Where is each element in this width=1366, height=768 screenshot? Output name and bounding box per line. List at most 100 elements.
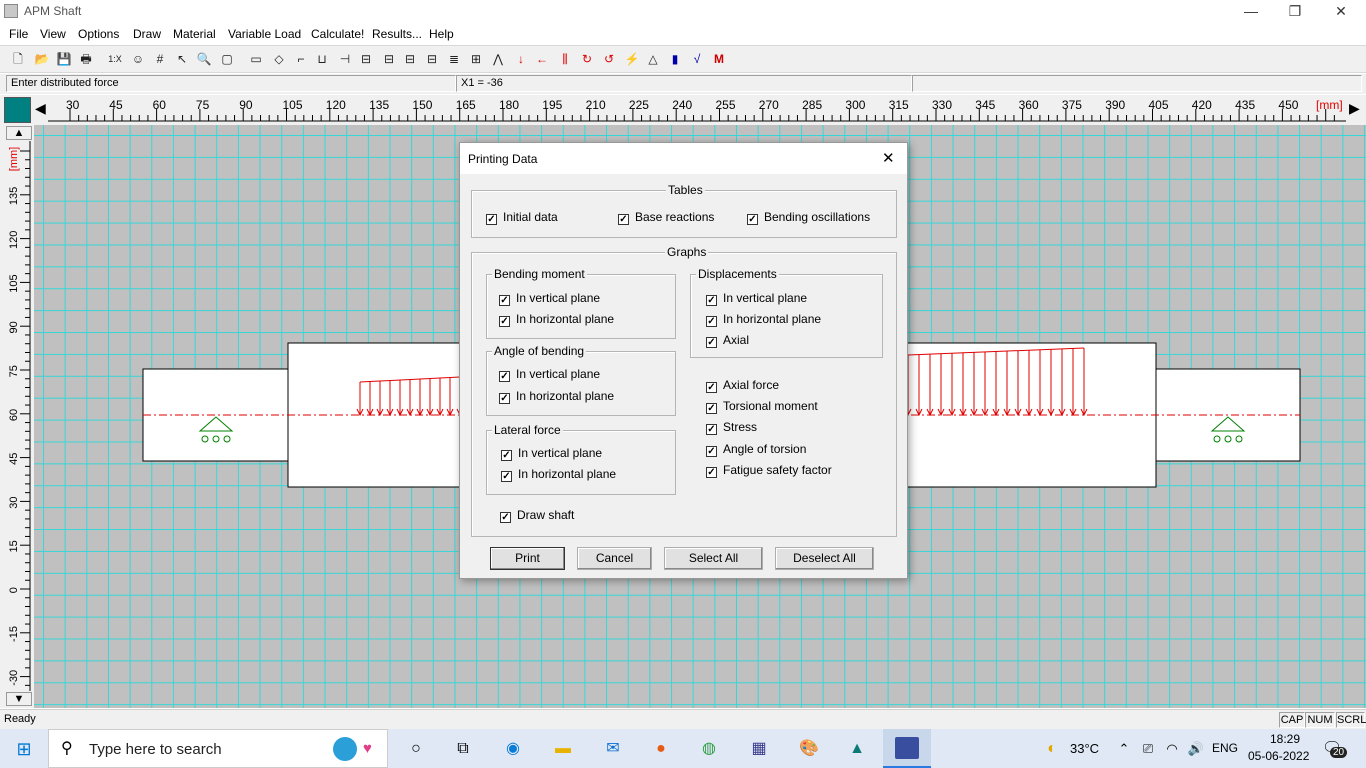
zoom-ratio-icon[interactable]: 1:X (106, 50, 124, 68)
clock-time[interactable]: 18:29 (1262, 732, 1308, 746)
gear-section-icon[interactable]: ≣ (445, 50, 463, 68)
checkbox-bm-vertical[interactable]: ✓ In vertical plane (499, 292, 600, 306)
bending-moment-label: Bending moment (492, 267, 587, 281)
checkbox-disp-axial[interactable]: ✓ Axial (706, 334, 749, 348)
calculate-icon[interactable]: √ (688, 50, 706, 68)
save-icon[interactable]: 💾 (55, 50, 73, 68)
cancel-button[interactable]: Cancel (577, 547, 652, 570)
chamfer-icon[interactable]: ⋀ (489, 50, 507, 68)
cone-section-icon[interactable]: ◇ (270, 50, 288, 68)
spline-icon[interactable]: ⊟ (380, 50, 398, 68)
checkbox-lf-horizontal[interactable]: ✓ In horizontal plane (501, 468, 616, 482)
select-arrow-icon[interactable]: ↖ (173, 50, 191, 68)
restore-button[interactable]: ❐ (1272, 0, 1318, 22)
print-icon[interactable]: 🖶 (77, 50, 95, 68)
menu-results[interactable]: Results... (372, 27, 422, 41)
checkbox-angle-of-torsion[interactable]: ✓ Angle of torsion (706, 443, 806, 457)
color-swatch[interactable] (4, 97, 31, 123)
checkbox-bm-horizontal[interactable]: ✓ In horizontal plane (499, 313, 614, 327)
checkbox-disp-vertical[interactable]: ✓ In vertical plane (706, 292, 807, 306)
checkbox-fatigue-safety-factor[interactable]: ✓ Fatigue safety factor (706, 464, 832, 478)
grid-icon[interactable]: # (151, 50, 169, 68)
ruler-right-arrow-icon[interactable]: ▶ (1349, 100, 1360, 117)
checkbox-axial-force[interactable]: ✓ Axial force (706, 379, 779, 393)
paint-icon[interactable]: 🎨 (797, 737, 821, 761)
new-file-icon[interactable]: 🗋 (9, 50, 27, 68)
menu-variable-load[interactable]: Variable Load (228, 27, 301, 41)
firefox-icon[interactable]: ● (649, 737, 673, 761)
step-icon[interactable]: ⌐ (292, 50, 310, 68)
deselect-all-button[interactable]: Deselect All (775, 547, 874, 570)
checkbox-stress[interactable]: ✓ Stress (706, 421, 757, 435)
tray-chevron-icon[interactable]: ⌃ (1112, 737, 1136, 761)
checkbox-initial-data[interactable]: ✓ Initial data (486, 211, 558, 225)
menu-calculate[interactable]: Calculate! (311, 27, 364, 41)
ruler-label: 120 (326, 98, 346, 112)
ruler-left-arrow-icon[interactable]: ◀ (35, 100, 46, 117)
thread-icon[interactable]: ⊟ (423, 50, 441, 68)
print-button[interactable]: Print (490, 547, 565, 570)
edge-icon[interactable]: ◉ (501, 737, 525, 761)
menu-help[interactable]: Help (429, 27, 454, 41)
chrome-icon[interactable]: ◍ (697, 737, 721, 761)
volume-icon[interactable]: 🔊 (1184, 737, 1208, 761)
apm-shaft-task[interactable] (883, 729, 931, 768)
ruler-down-arrow-icon[interactable]: ▼ (6, 692, 32, 706)
distributed-load-icon[interactable]: ⫼ (556, 50, 574, 68)
menu-draw[interactable]: Draw (133, 27, 161, 41)
language-indicator[interactable]: ENG (1212, 741, 1238, 755)
network-icon[interactable]: ⎚ (1136, 737, 1160, 761)
lightning-icon[interactable]: ⚡ (623, 50, 641, 68)
select-all-button[interactable]: Select All (664, 547, 763, 570)
clock-date[interactable]: 05-06-2022 (1248, 749, 1309, 763)
checkbox-torsional-moment[interactable]: ✓ Torsional moment (706, 400, 818, 414)
cylinder-section-icon[interactable]: ▭ (247, 50, 265, 68)
zoom-icon[interactable]: 🔍 (195, 50, 213, 68)
shoulder-icon[interactable]: ⊣ (336, 50, 354, 68)
checkbox-base-reactions[interactable]: ✓ Base reactions (618, 211, 714, 225)
keyway-icon[interactable]: ⊟ (357, 50, 375, 68)
groove-icon[interactable]: ⊔ (313, 50, 331, 68)
menu-view[interactable]: View (40, 27, 66, 41)
open-folder-icon[interactable]: 📂 (33, 50, 51, 68)
checkbox-lf-vertical[interactable]: ✓ In vertical plane (501, 447, 602, 461)
close-button[interactable]: ✕ (1318, 0, 1364, 22)
frame-icon[interactable]: ▢ (218, 50, 236, 68)
wifi-icon[interactable]: ◠ (1160, 737, 1184, 761)
checkbox-bending-oscillations[interactable]: ✓ Bending oscillations (747, 211, 870, 225)
search-box[interactable]: ⚲ Type here to search ♥ (48, 729, 388, 768)
horizontal-ruler[interactable]: ◀ ▶ 30 45 60 75 90 105 120 135 150 165 180 195 210 22… (0, 95, 1366, 125)
relief-icon[interactable]: ⊞ (467, 50, 485, 68)
moment-icon[interactable]: ↻ (578, 50, 596, 68)
minimize-button[interactable]: — (1228, 0, 1274, 22)
mail-icon[interactable]: ✉ (601, 737, 625, 761)
app-grid-icon[interactable]: ▦ (747, 737, 771, 761)
vertical-ruler[interactable]: ▲ ▼ 135 120 105 90 75 60 45 30 15 0 -15 -30 [mm] (0, 125, 34, 708)
weather-icon[interactable]: ◐ (1040, 737, 1064, 761)
checkbox-ab-vertical[interactable]: ✓ In vertical plane (499, 368, 600, 382)
menu-file[interactable]: File (9, 27, 28, 41)
checkbox-draw-shaft[interactable]: ✓ Draw shaft (500, 509, 574, 523)
ruler-unit: [mm] (1316, 98, 1343, 112)
bore-icon[interactable]: ⊟ (401, 50, 419, 68)
menu-material[interactable]: Material (173, 27, 216, 41)
task-view-icon[interactable]: ⧉ (451, 737, 475, 761)
axial-force-icon[interactable]: ← (533, 50, 551, 68)
checkbox-disp-horizontal[interactable]: ✓ In horizontal plane (706, 313, 821, 327)
support-icon[interactable]: △ (644, 50, 662, 68)
ruler-up-arrow-icon[interactable]: ▲ (6, 126, 32, 140)
checkbox-ab-horizontal[interactable]: ✓ In horizontal plane (499, 390, 614, 404)
menu-options[interactable]: Options (78, 27, 119, 41)
ruler-label: 315 (889, 98, 909, 112)
material-icon[interactable]: M (710, 50, 728, 68)
bearing-icon[interactable]: ▮ (666, 50, 684, 68)
start-button[interactable]: ⊞ (12, 737, 36, 761)
dialog-close-button[interactable]: ✕ (882, 149, 895, 167)
force-arrow-icon[interactable]: ↓ (512, 50, 530, 68)
cortana-icon[interactable]: ○ (404, 737, 428, 761)
weather-temp[interactable]: 33°C (1070, 741, 1099, 756)
smiley-icon[interactable]: ☺ (129, 50, 147, 68)
torque-icon[interactable]: ↺ (600, 50, 618, 68)
mountain-app-icon[interactable]: ▲ (845, 737, 869, 761)
file-explorer-icon[interactable]: ▬ (551, 737, 575, 761)
